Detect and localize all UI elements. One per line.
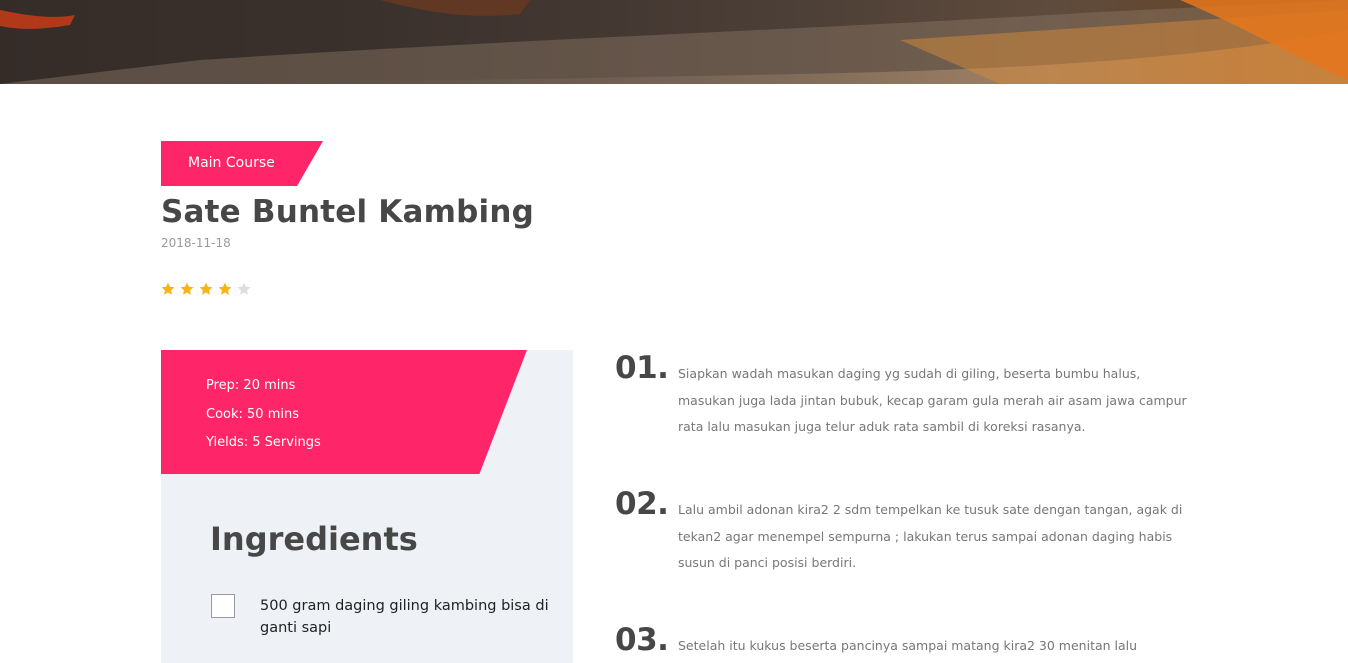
- step-number: 03.: [615, 622, 669, 658]
- star-icon: [199, 282, 213, 295]
- hero-photo-shapes: [0, 0, 1348, 84]
- step-text: Lalu ambil adonan kira2 2 sdm tempelkan …: [678, 502, 1183, 570]
- star-icon: [161, 282, 175, 295]
- ingredients-heading: Ingredients: [210, 520, 418, 558]
- ingredient-checkbox[interactable]: [211, 594, 235, 618]
- step-number: 01.: [615, 350, 669, 386]
- step-text: Siapkan wadah masukan daging yg sudah di…: [678, 366, 1187, 434]
- prep-time: Prep: 20 mins: [206, 378, 296, 393]
- time-summary: Prep: 20 mins Cook: 50 mins Yields: 5 Se…: [161, 350, 527, 474]
- ingredient-text: 500 gram daging giling kambing bisa di g…: [260, 598, 549, 636]
- step-text: Setelah itu kukus beserta pancinya sampa…: [678, 638, 1138, 653]
- star-icon: [180, 282, 194, 295]
- hero-image: [0, 0, 1348, 84]
- star-rating: [160, 281, 252, 297]
- yields: Yields: 5 Servings: [206, 435, 321, 450]
- recipe-info-card: Prep: 20 mins Cook: 50 mins Yields: 5 Se…: [161, 350, 573, 663]
- recipe-date: 2018-11-18: [161, 236, 231, 250]
- recipe-title: Sate Buntel Kambing: [161, 194, 535, 230]
- star-icon: [237, 282, 251, 295]
- cook-time: Cook: 50 mins: [206, 406, 299, 422]
- step-number: 02.: [615, 486, 669, 522]
- star-icon: [218, 282, 232, 295]
- category-tag[interactable]: Main Course: [161, 141, 323, 186]
